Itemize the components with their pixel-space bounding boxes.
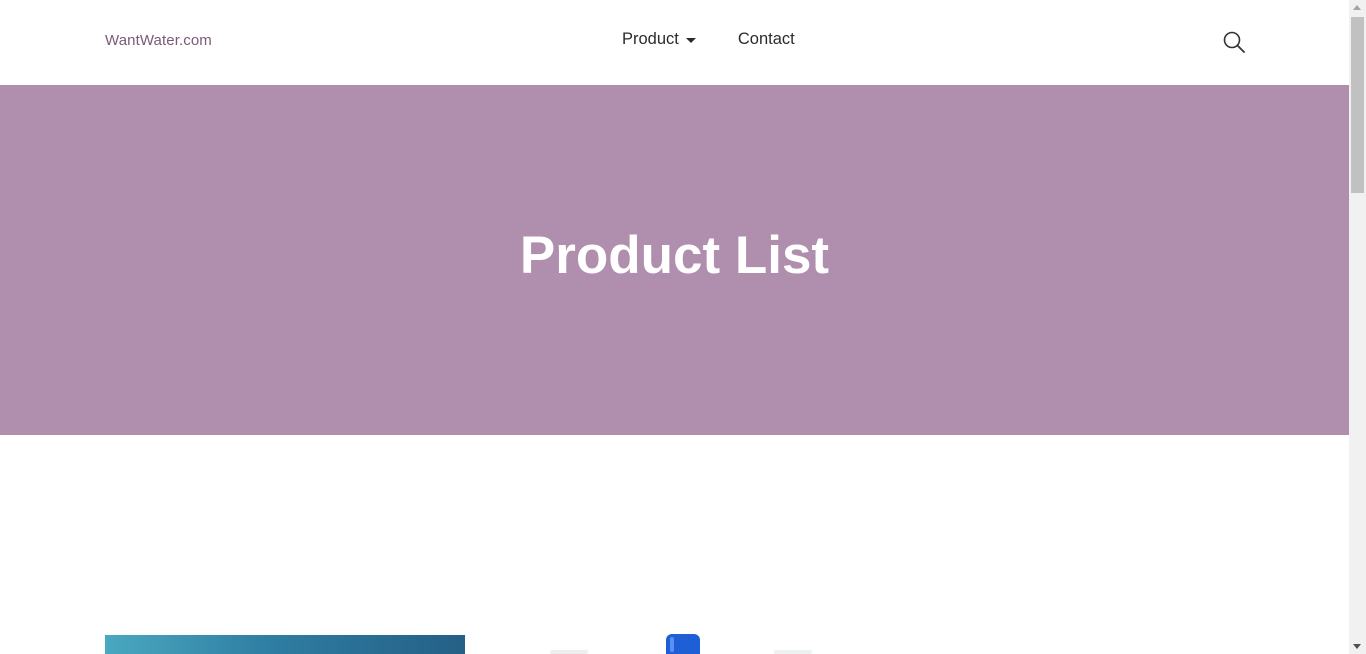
page-title: Product List <box>519 226 830 285</box>
scroll-down-arrow-icon[interactable] <box>1353 644 1361 649</box>
scrollbar-thumb[interactable] <box>1351 17 1364 193</box>
site-header: WantWater.com Product Contact <box>0 0 1349 85</box>
hero-banner: Product List <box>0 85 1349 435</box>
page: WantWater.com Product Contact Product Li… <box>0 0 1349 654</box>
site-logo-link[interactable]: WantWater.com <box>105 32 212 49</box>
product-image-shadow <box>550 650 588 654</box>
main-nav: Product Contact <box>622 30 795 49</box>
scroll-up-arrow-icon[interactable] <box>1353 5 1361 10</box>
product-image[interactable] <box>105 635 465 654</box>
nav-product-dropdown[interactable]: Product <box>622 30 696 49</box>
nav-product-label: Product <box>622 30 679 48</box>
product-image-shadow <box>774 650 812 654</box>
nav-contact-label: Contact <box>737 30 795 48</box>
product-image[interactable] <box>484 632 864 654</box>
vertical-scrollbar[interactable] <box>1349 0 1366 654</box>
caret-down-icon <box>685 37 696 43</box>
search-icon[interactable] <box>1222 30 1246 54</box>
nav-contact-link[interactable]: Contact <box>738 30 795 49</box>
bottle-shine <box>670 637 674 652</box>
